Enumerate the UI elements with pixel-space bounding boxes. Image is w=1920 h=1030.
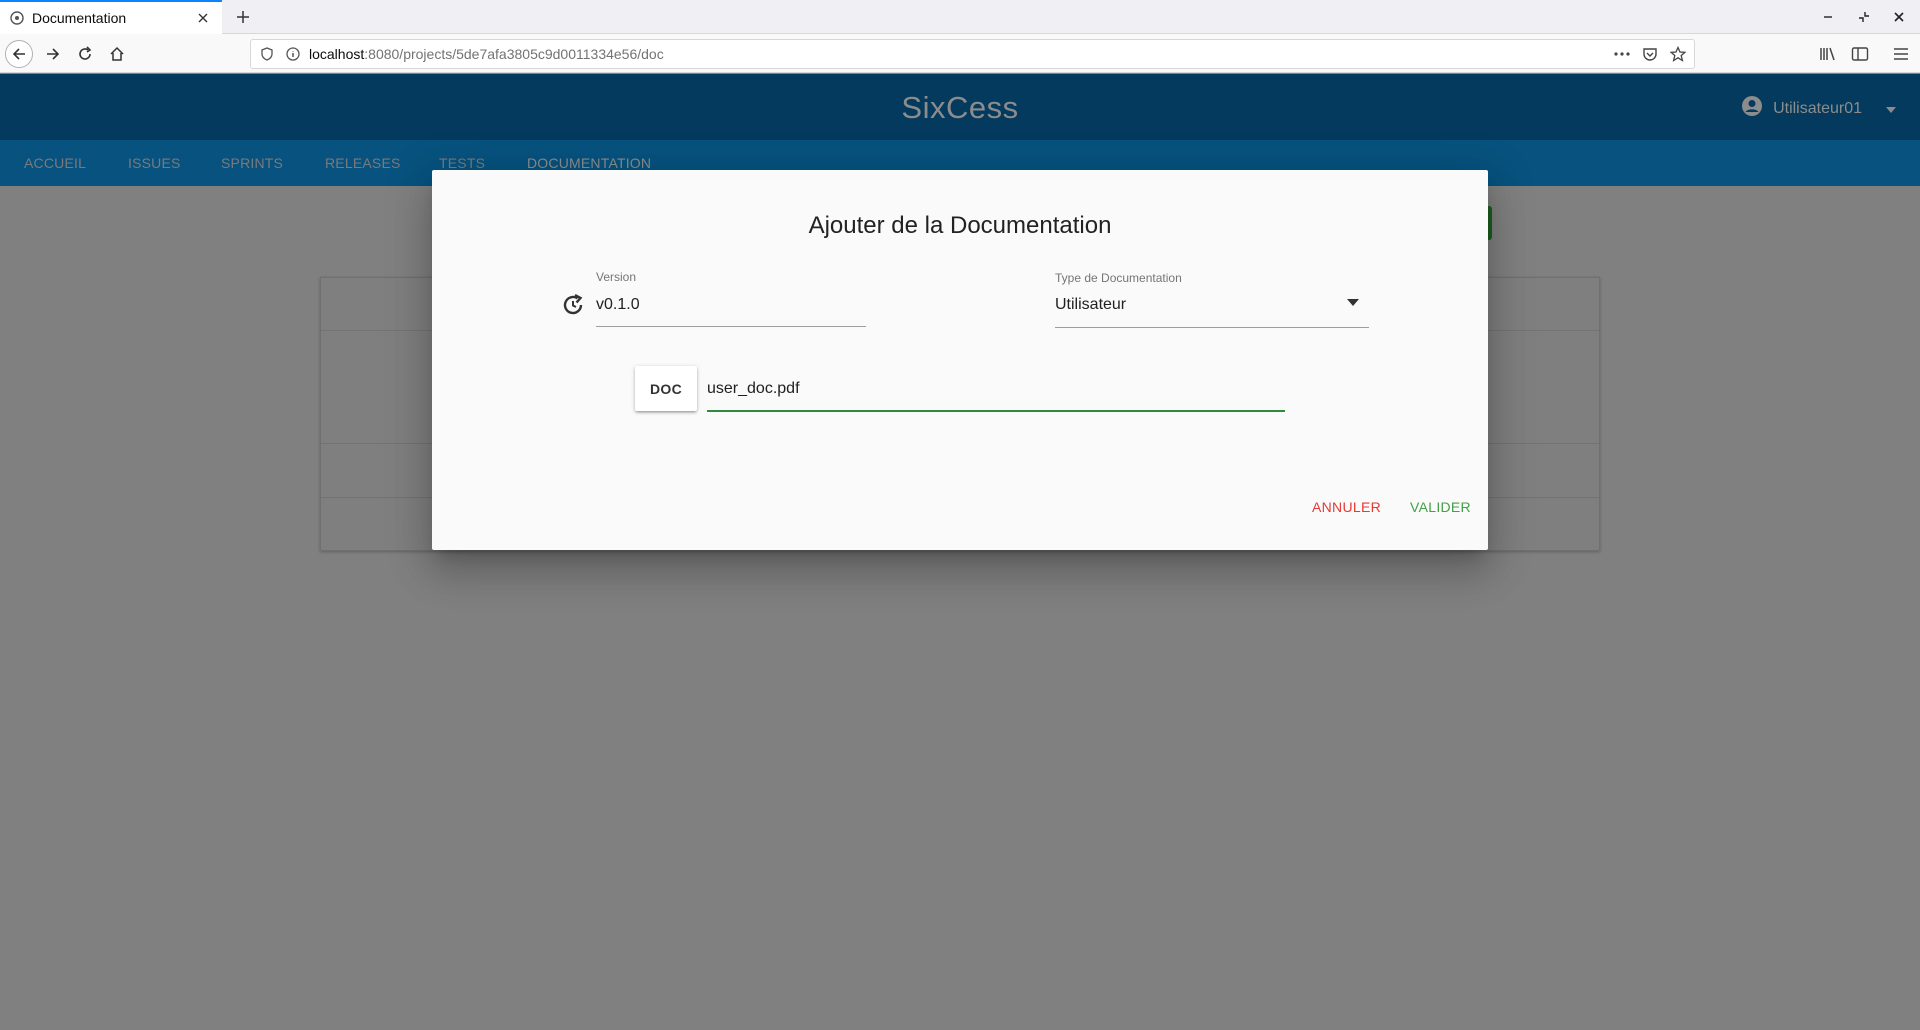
user-menu[interactable]: Utilisateur01 — [1741, 95, 1896, 122]
version-underline — [596, 326, 866, 327]
minimize-window-icon[interactable] — [1817, 6, 1839, 28]
version-label: Version — [596, 270, 637, 284]
tab-title: Documentation — [32, 10, 127, 26]
file-name-input[interactable]: user_doc.pdf — [707, 380, 800, 398]
library-icon[interactable] — [1817, 43, 1839, 65]
nav-item-releases[interactable]: RELEASES — [325, 155, 401, 171]
dialog-title: Ajouter de la Documentation — [808, 212, 1112, 239]
reload-button[interactable] — [71, 40, 99, 68]
url-path: :8080/projects/5de7afa3805c9d0011334e56/… — [364, 46, 664, 62]
browser-tab-active[interactable]: Documentation — [0, 0, 222, 34]
pocket-icon[interactable] — [1640, 44, 1660, 64]
restore-window-icon[interactable] — [1853, 6, 1875, 28]
back-button[interactable] — [5, 40, 33, 68]
hamburger-menu-icon[interactable] — [1890, 43, 1912, 65]
nav-item-issues[interactable]: ISSUES — [128, 155, 181, 171]
nav-item-documentation[interactable]: DOCUMENTATION — [527, 155, 651, 171]
refresh-version-icon[interactable] — [560, 292, 586, 318]
version-input[interactable]: v0.1.0 — [596, 296, 640, 314]
doc-type-underline — [1055, 327, 1369, 328]
sidebar-toggle-icon[interactable] — [1849, 43, 1871, 65]
close-tab-icon[interactable] — [194, 9, 212, 27]
user-name: Utilisateur01 — [1773, 99, 1862, 117]
nav-item-accueil[interactable]: ACCUEIL — [24, 155, 86, 171]
site-info-icon[interactable] — [283, 44, 303, 64]
url-host: localhost — [309, 46, 365, 62]
file-name-underline — [707, 410, 1285, 412]
tracking-shield-icon[interactable] — [257, 44, 277, 64]
chevron-down-icon — [1886, 100, 1896, 118]
bookmark-star-icon[interactable] — [1668, 44, 1688, 64]
app-title: SixCess — [901, 90, 1019, 125]
cancel-button[interactable]: ANNULER — [1312, 499, 1381, 515]
dropdown-arrow-icon[interactable] — [1347, 299, 1359, 307]
submit-button[interactable]: VALIDER — [1410, 499, 1471, 515]
nav-item-sprints[interactable]: SPRINTS — [221, 155, 283, 171]
doc-type-label: Type de Documentation — [1055, 271, 1182, 285]
add-documentation-dialog: Ajouter de la Documentation Version v0.1… — [432, 170, 1488, 550]
nav-item-tests[interactable]: TESTS — [439, 155, 485, 171]
app-favicon-icon — [10, 11, 24, 25]
close-window-icon[interactable] — [1888, 6, 1910, 28]
forward-button[interactable] — [39, 40, 67, 68]
doc-type-select[interactable]: Utilisateur — [1055, 296, 1126, 314]
account-circle-icon — [1741, 95, 1763, 122]
home-button[interactable] — [103, 40, 131, 68]
browser-tabbar: Documentation — [0, 0, 1920, 34]
new-tab-button[interactable] — [230, 4, 256, 30]
doc-upload-button[interactable]: DOC — [635, 366, 697, 411]
url-bar[interactable]: localhost:8080/projects/5de7afa3805c9d00… — [250, 39, 1695, 69]
browser-navbar: localhost:8080/projects/5de7afa3805c9d00… — [0, 34, 1920, 73]
app-header: SixCess Utilisateur01 — [0, 74, 1920, 140]
page-actions-icon[interactable] — [1612, 44, 1632, 64]
